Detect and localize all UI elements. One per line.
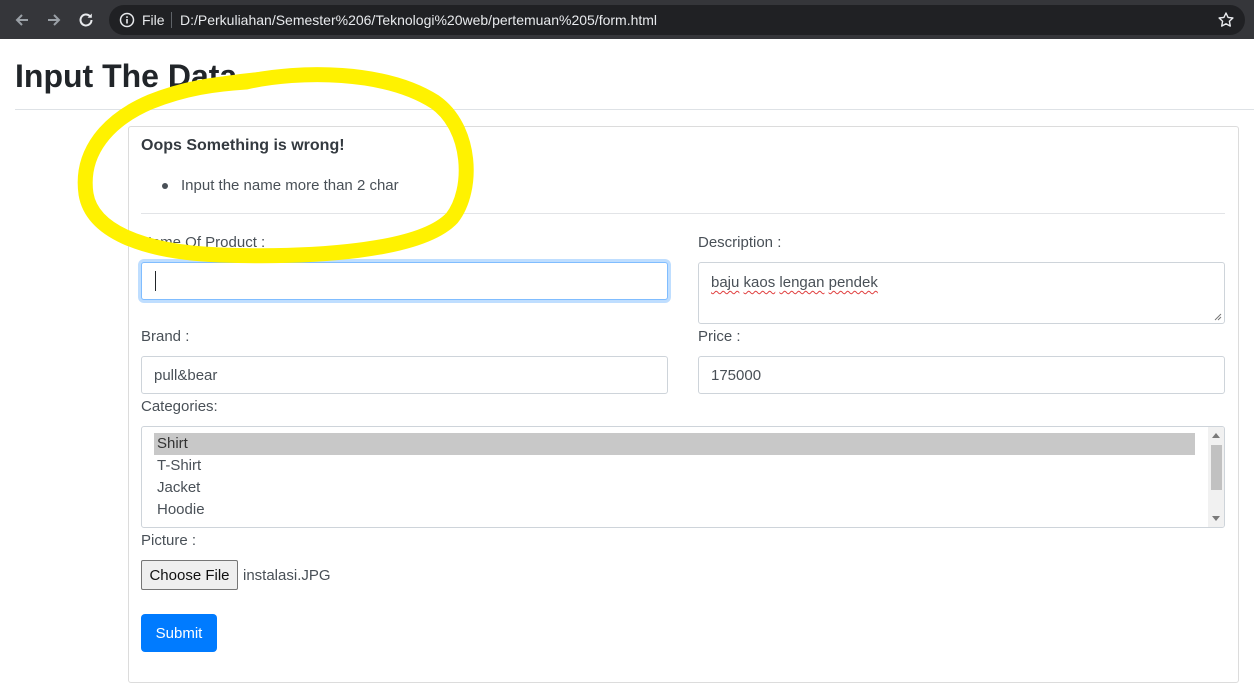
error-item: Input the name more than 2 char — [181, 177, 399, 194]
category-option-shirt[interactable]: Shirt — [154, 433, 1195, 455]
selected-file-name: instalasi.JPG — [243, 567, 331, 584]
brand-input[interactable]: pull&bear — [141, 356, 668, 394]
submit-button[interactable]: Submit — [141, 614, 217, 652]
category-option-jacket[interactable]: Jacket — [154, 477, 1195, 499]
scroll-thumb[interactable] — [1211, 445, 1222, 490]
description-word: pendek — [828, 274, 878, 291]
description-label: Description : — [698, 234, 782, 251]
error-divider — [141, 213, 1225, 214]
back-icon[interactable] — [10, 8, 34, 32]
form-card — [128, 126, 1239, 683]
brand-label: Brand : — [141, 328, 190, 345]
name-input[interactable] — [141, 262, 668, 300]
info-icon[interactable] — [119, 12, 135, 33]
categories-select[interactable]: Shirt T-Shirt Jacket Hoodie — [141, 426, 1225, 528]
category-option-hoodie[interactable]: Hoodie — [154, 499, 1195, 521]
browser-toolbar: File D:/Perkuliahan/Semester%206/Teknolo… — [0, 0, 1254, 39]
categories-scrollbar[interactable] — [1208, 427, 1224, 527]
categories-label: Categories: — [141, 398, 218, 415]
description-word: lengan — [779, 274, 825, 291]
resize-grip-icon[interactable] — [1214, 313, 1222, 321]
description-textarea[interactable]: baju kaos lengan pendek — [698, 262, 1225, 324]
description-word: baju — [711, 274, 740, 291]
choose-file-button[interactable]: Choose File — [141, 560, 238, 590]
text-caret — [155, 271, 156, 291]
file-scheme-label[interactable]: File — [142, 12, 165, 28]
reload-icon[interactable] — [74, 8, 98, 32]
error-bullet — [162, 183, 168, 189]
page-title: Input The Data — [15, 58, 238, 94]
price-input[interactable]: 175000 — [698, 356, 1225, 394]
url-text[interactable]: D:/Perkuliahan/Semester%206/Teknologi%20… — [180, 12, 657, 28]
address-bar[interactable]: File D:/Perkuliahan/Semester%206/Teknolo… — [109, 5, 1245, 35]
omnibox-divider — [171, 12, 172, 28]
error-heading: Oops Something is wrong! — [141, 137, 345, 154]
description-word: kaos — [743, 274, 776, 291]
price-input-value: 175000 — [711, 366, 762, 384]
scroll-up-arrow-icon[interactable] — [1212, 433, 1220, 438]
scroll-down-arrow-icon[interactable] — [1212, 516, 1220, 521]
category-option-t-shirt[interactable]: T-Shirt — [154, 455, 1195, 477]
picture-label: Picture : — [141, 532, 197, 549]
price-label: Price : — [698, 328, 741, 345]
name-label: Name Of Product : — [141, 234, 266, 251]
title-divider — [15, 109, 1254, 110]
brand-input-value: pull&bear — [154, 366, 218, 384]
bookmark-star-icon[interactable] — [1217, 11, 1235, 34]
forward-icon[interactable] — [42, 8, 66, 32]
